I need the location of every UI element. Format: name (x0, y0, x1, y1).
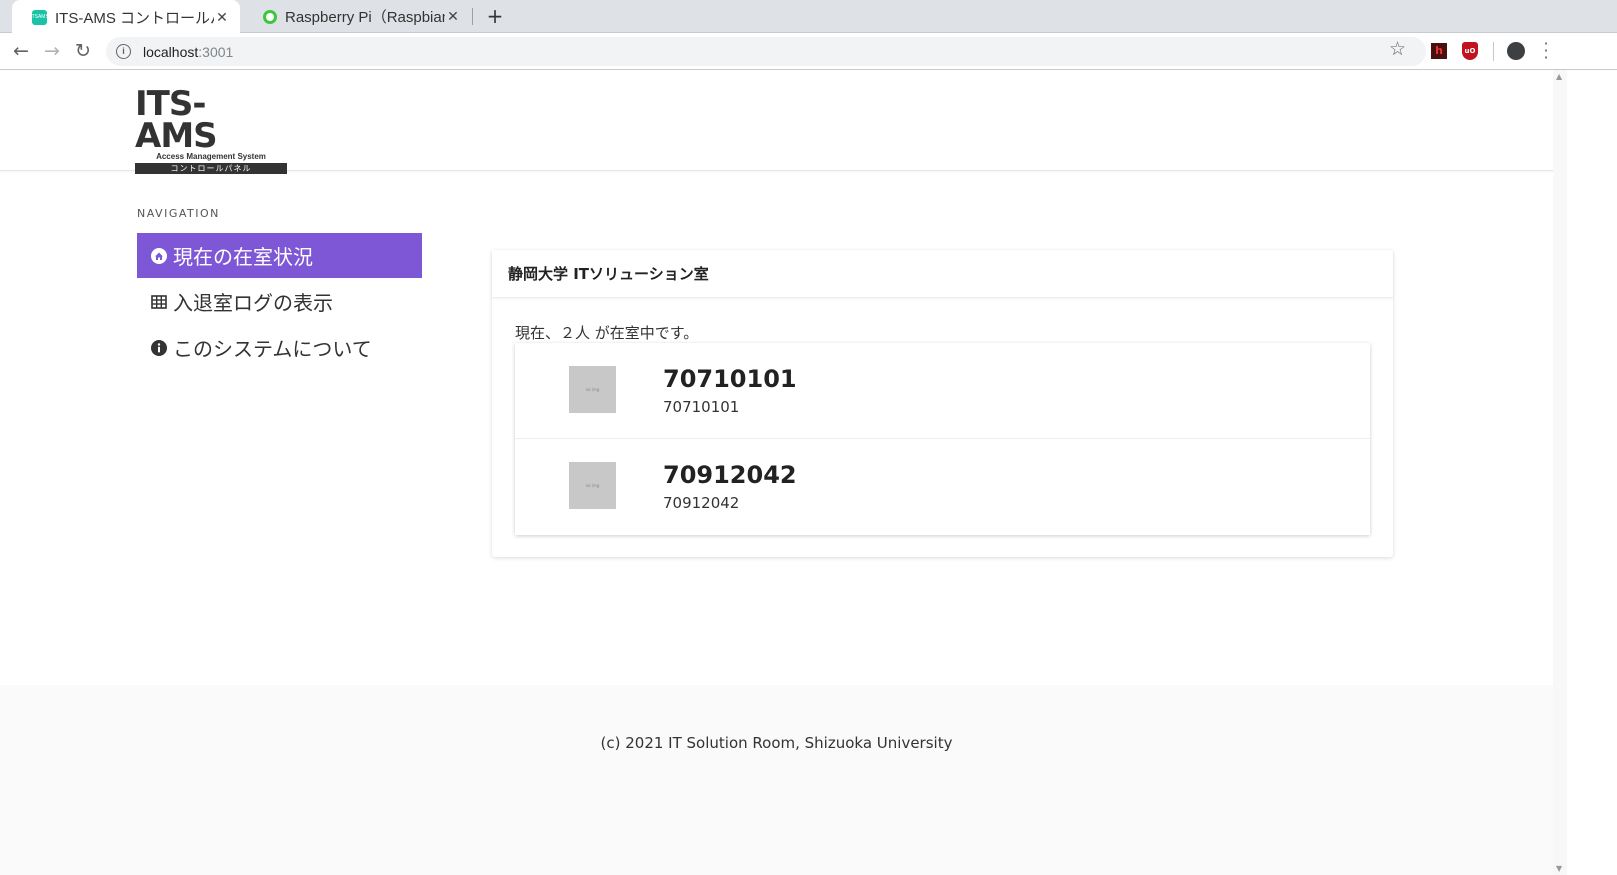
navigation-heading: NAVIGATION (137, 207, 220, 220)
tab-title: Raspberry Pi（Raspbian (285, 9, 445, 26)
logo-main-text: ITS-AMS (135, 84, 218, 156)
profile-avatar-icon[interactable] (1507, 42, 1525, 60)
site-footer: (c) 2021 IT Solution Room, Shizuoka Univ… (0, 685, 1553, 875)
member-photo: no img (569, 366, 616, 413)
home-icon (151, 247, 167, 264)
member-id: 70710101 (663, 398, 740, 416)
extension-h-icon[interactable]: h (1431, 43, 1447, 59)
address-bar[interactable]: i localhost:3001 (106, 37, 1426, 66)
forward-arrow-icon[interactable]: → (41, 40, 63, 62)
site-header: ITS-AMS Access Management System コントロールパ… (0, 70, 1553, 174)
info-icon (151, 339, 167, 356)
its-ams-favicon-icon: ITSAMS (30, 9, 49, 25)
close-tab-icon[interactable]: ✕ (214, 9, 230, 26)
url-port: :3001 (198, 43, 234, 60)
member-photo: no img (569, 462, 616, 509)
member-id: 70912042 (663, 494, 740, 512)
bookmark-star-icon[interactable]: ☆ (1389, 38, 1406, 60)
new-tab-icon[interactable]: + (483, 4, 507, 28)
member-list: no img 70710101 70710101 no img 70912042… (515, 343, 1370, 535)
logo-sub-text: Access Management System (156, 152, 266, 161)
browser-tab[interactable]: Raspberry Pi（Raspbian ✕ (243, 0, 471, 33)
table-icon (151, 294, 167, 309)
browser-toolbar: ← → ↻ i localhost:3001 ☆ h uO · · · (0, 33, 1617, 70)
ublock-shield-icon[interactable]: uO (1462, 42, 1478, 60)
scroll-up-icon[interactable]: ▲ (1556, 72, 1562, 81)
room-title: 静岡大学 ITソリューション室 (492, 250, 1393, 298)
toolbar-separator (1493, 42, 1494, 61)
site-logo[interactable]: ITS-AMS Access Management System コントロールパ… (135, 84, 287, 174)
close-tab-icon[interactable]: ✕ (445, 8, 461, 25)
tab-separator (472, 8, 473, 25)
browser-tab-active[interactable]: ITSAMS ITS-AMS コントロールパネル ✕ (12, 0, 240, 34)
page-scrollbar[interactable]: ▲ ▼ (1553, 70, 1567, 875)
room-status-card: 静岡大学 ITソリューション室 現在、２人 が在室中です。 no img 707… (492, 250, 1393, 557)
member-name: 70710101 (663, 365, 797, 393)
nav-item-access-log[interactable]: 入退室ログの表示 (137, 279, 422, 324)
list-item: no img 70710101 70710101 (515, 343, 1370, 439)
url-host: localhost (143, 43, 199, 60)
back-arrow-icon[interactable]: ← (10, 40, 32, 62)
site-info-icon[interactable]: i (116, 44, 131, 59)
scroll-down-icon[interactable]: ▼ (1556, 864, 1562, 873)
tab-title: ITS-AMS コントロールパネル (55, 9, 214, 27)
nav-item-label: このシステムについて (173, 337, 372, 361)
kebab-menu-icon[interactable]: · · · (1541, 36, 1551, 66)
nav-item-about[interactable]: このシステムについて (137, 325, 422, 370)
reload-icon[interactable]: ↻ (72, 40, 94, 62)
nav-item-label: 入退室ログの表示 (173, 291, 333, 315)
list-item: no img 70912042 70912042 (515, 439, 1370, 535)
browser-tabstrip: ITSAMS ITS-AMS コントロールパネル ✕ Raspberry Pi（… (0, 0, 1617, 34)
logo-bar-text: コントロールパネル (135, 163, 287, 174)
raspberry-favicon-icon (263, 9, 277, 24)
page-viewport: ITS-AMS Access Management System コントロールパ… (0, 70, 1553, 875)
nav-item-label: 現在の在室状況 (173, 245, 313, 269)
occupancy-status-text: 現在、２人 が在室中です。 (515, 324, 699, 342)
nav-item-current-status[interactable]: 現在の在室状況 (137, 233, 422, 278)
copyright-text: (c) 2021 IT Solution Room, Shizuoka Univ… (600, 734, 953, 752)
member-name: 70912042 (663, 461, 797, 489)
